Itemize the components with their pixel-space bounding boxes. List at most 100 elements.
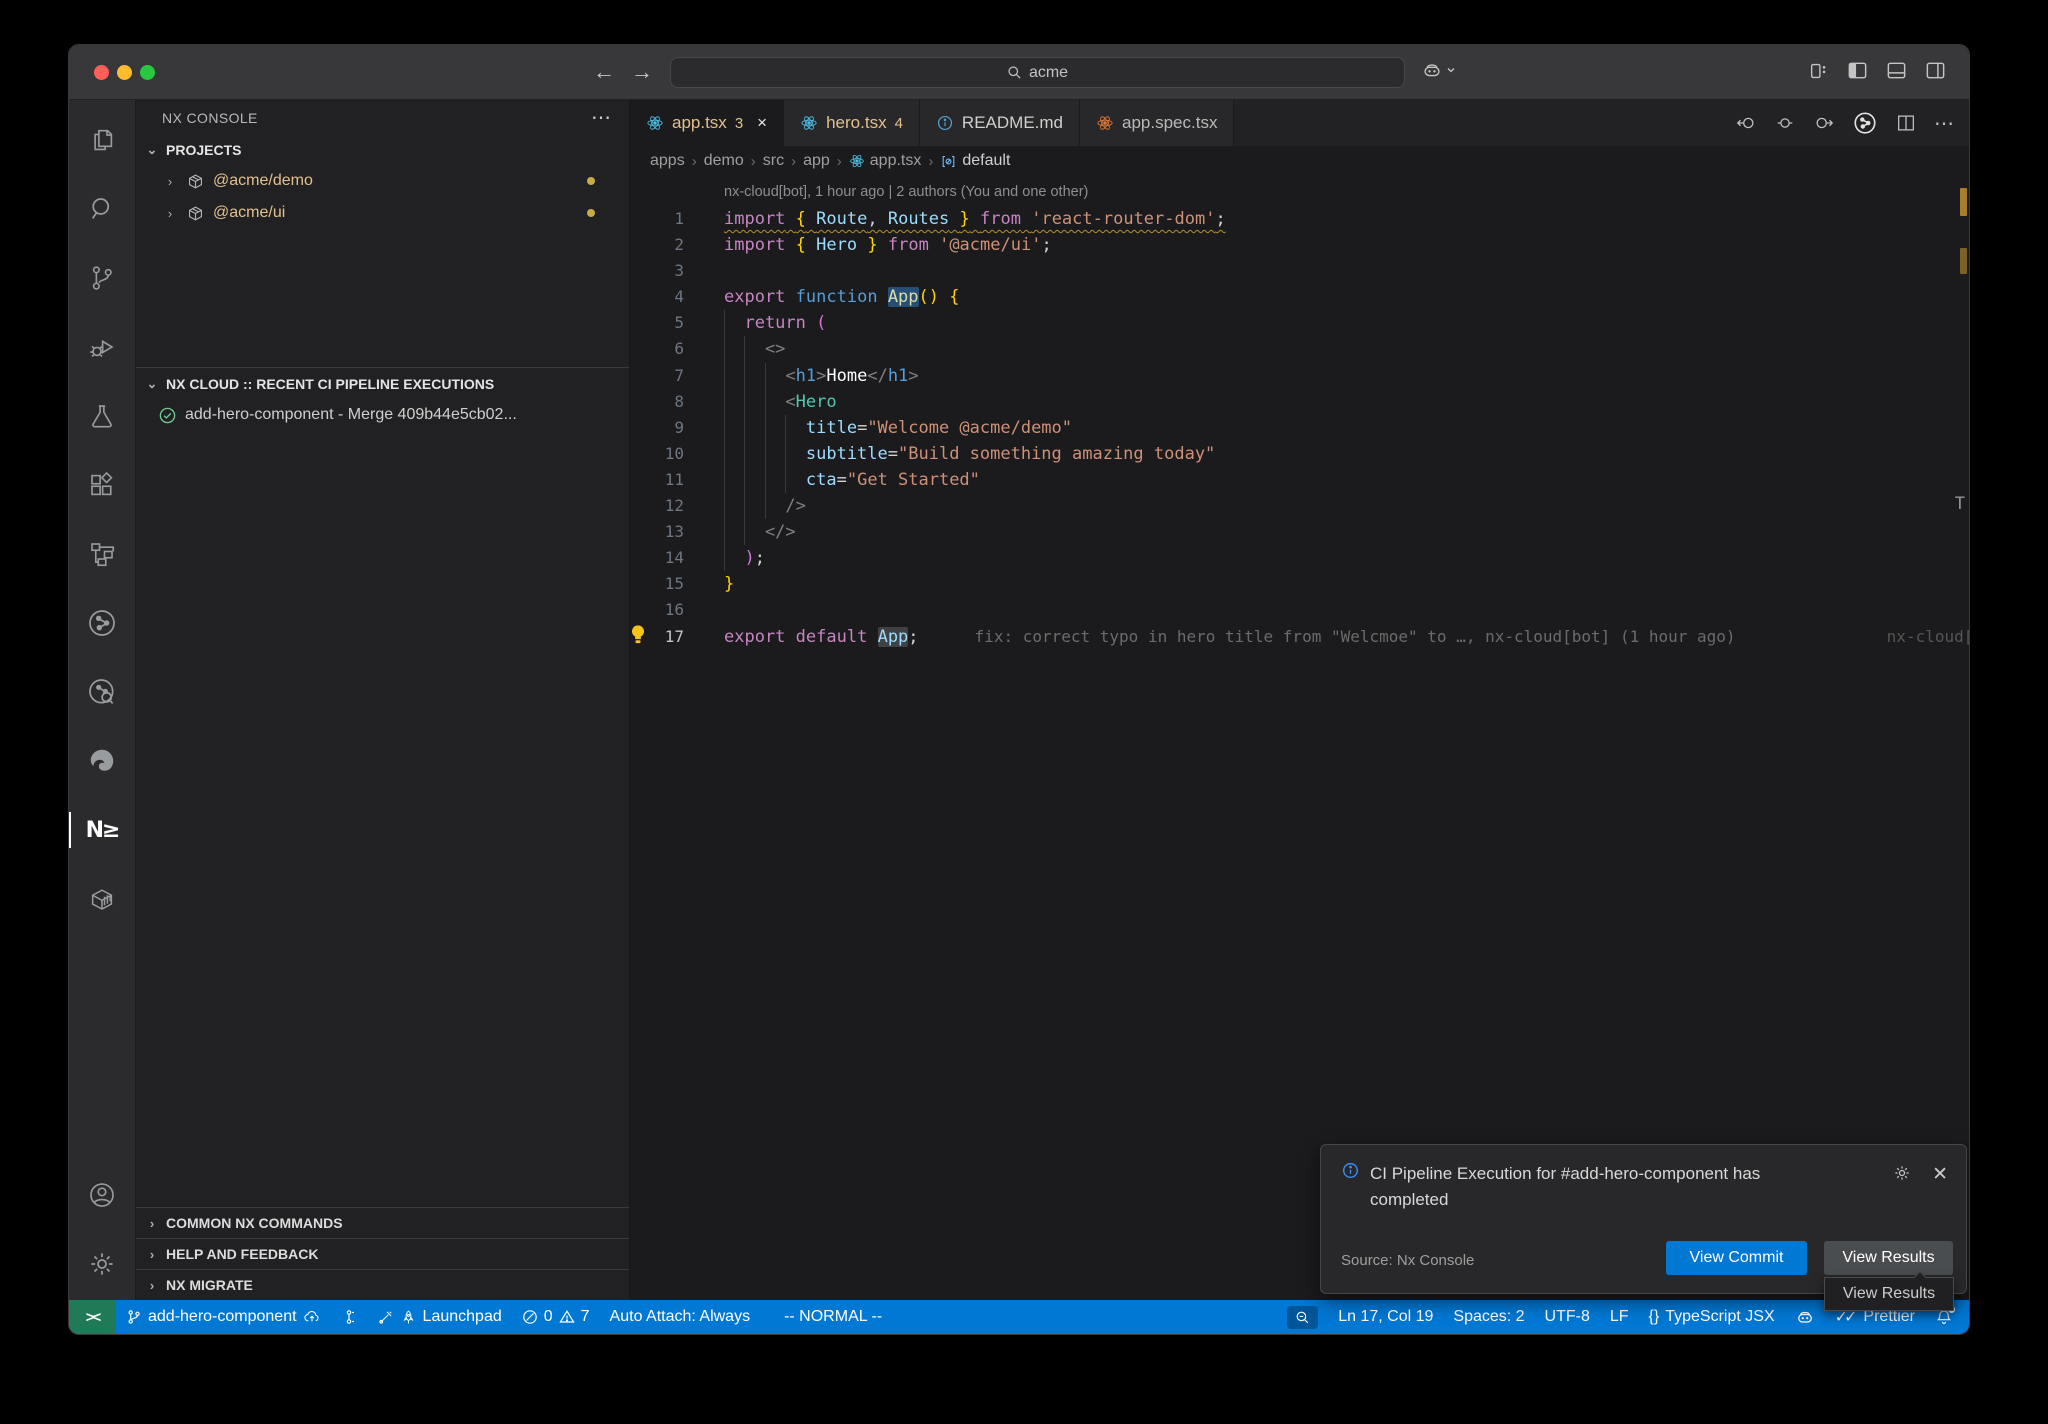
- source-control-icon[interactable]: [78, 254, 126, 302]
- code-line: 6<>: [630, 336, 1969, 362]
- line-number: 1: [630, 206, 684, 232]
- indentation-indicator[interactable]: Spaces: 2: [1443, 1300, 1534, 1334]
- toggle-panel-icon[interactable]: [1885, 59, 1908, 82]
- code-line: 2import { Hero } from '@acme/ui';: [630, 232, 1969, 258]
- pipeline-execution-item[interactable]: add-hero-component - Merge 409b44e5cb02.…: [136, 399, 629, 431]
- references-icon[interactable]: [78, 530, 126, 578]
- graph-indicator[interactable]: [331, 1300, 367, 1334]
- code-line: 9title="Welcome @acme/demo": [630, 415, 1969, 441]
- code-line: 5return (: [630, 310, 1969, 336]
- breadcrumb-demo[interactable]: demo: [704, 152, 744, 170]
- notification-toast: CI Pipeline Execution for #add-hero-comp…: [1320, 1144, 1967, 1294]
- react-icon: [1096, 114, 1114, 132]
- view-results-tooltip: View Results: [1824, 1277, 1954, 1311]
- zoom-indicator[interactable]: [1277, 1300, 1328, 1334]
- edge-blame-text: nx-cloud[b: [1887, 624, 1969, 650]
- tab-hero-tsx[interactable]: hero.tsx 4: [784, 100, 920, 146]
- cursor-position[interactable]: Ln 17, Col 19: [1328, 1300, 1443, 1334]
- command-center-search[interactable]: acme: [670, 57, 1405, 88]
- commit-node-icon[interactable]: [1774, 112, 1796, 134]
- nx-graph-search-icon[interactable]: [78, 668, 126, 716]
- close-icon[interactable]: ✕: [1932, 1163, 1948, 1186]
- breadcrumb-apps[interactable]: apps: [650, 152, 685, 170]
- code-line: 4export function App() {: [630, 284, 1969, 310]
- edge-browser-icon[interactable]: [78, 737, 126, 785]
- breadcrumb-app-tsx[interactable]: app.tsx: [849, 152, 922, 170]
- copilot-icon: [1795, 1307, 1815, 1327]
- zoom-window-button[interactable]: [140, 65, 155, 80]
- chevron-right-icon: ›: [162, 206, 178, 221]
- line-number: 13: [630, 519, 684, 545]
- code-editor[interactable]: nx-cloud[bot], 1 hour ago | 2 authors (Y…: [630, 176, 1969, 1300]
- branch-indicator[interactable]: add-hero-component: [116, 1300, 331, 1334]
- navigate-back-circle-icon[interactable]: [1735, 112, 1757, 134]
- projects-section-header[interactable]: ⌄ PROJECTS: [136, 135, 629, 165]
- launchpad-indicator[interactable]: Launchpad: [367, 1300, 512, 1334]
- sidebar-title: NX CONSOLE: [162, 110, 258, 126]
- section-nx-migrate[interactable]: › NX MIGRATE: [136, 1269, 629, 1300]
- tab-readme-md[interactable]: README.md: [920, 100, 1080, 146]
- line-number: 14: [630, 545, 684, 571]
- navigate-forward-icon[interactable]: →: [631, 59, 653, 85]
- split-editor-icon[interactable]: [1895, 112, 1917, 134]
- more-actions-icon[interactable]: ⋯: [591, 105, 613, 130]
- breadcrumb-app[interactable]: app: [803, 152, 830, 170]
- check-circle-icon: [158, 406, 177, 425]
- project-item-acme-ui[interactable]: › @acme/ui: [136, 197, 629, 229]
- minimize-window-button[interactable]: [117, 65, 132, 80]
- remote-indicator[interactable]: ><: [69, 1300, 116, 1334]
- language-indicator[interactable]: {} TypeScript JSX: [1639, 1300, 1785, 1334]
- line-number: 3: [630, 258, 684, 284]
- line-number: 17: [630, 624, 684, 650]
- status-bar: >< add-hero-component Launchpad 0 7 Auto…: [69, 1300, 1969, 1334]
- navigate-forward-circle-icon[interactable]: [1813, 112, 1835, 134]
- auto-attach-indicator[interactable]: Auto Attach: Always: [600, 1300, 761, 1334]
- chevron-down-icon: ⌄: [144, 142, 160, 158]
- line-number: 2: [630, 232, 684, 258]
- testing-icon[interactable]: [78, 392, 126, 440]
- project-item-acme-demo[interactable]: › @acme/demo: [136, 165, 629, 197]
- code-line: 10subtitle="Build something amazing toda…: [630, 441, 1969, 467]
- chevron-right-icon: ›: [144, 1216, 160, 1231]
- rocket-icon: [400, 1309, 417, 1326]
- section-common-nx-commands[interactable]: › COMMON NX COMMANDS: [136, 1207, 629, 1238]
- vim-mode-indicator[interactable]: -- NORMAL --: [774, 1300, 892, 1334]
- toggle-secondary-sidebar-icon[interactable]: [1924, 59, 1947, 82]
- breadcrumb-default[interactable]: default: [940, 152, 1010, 170]
- settings-gear-icon[interactable]: [78, 1240, 126, 1288]
- view-results-button[interactable]: View Results: [1824, 1241, 1953, 1275]
- navigate-back-icon[interactable]: ←: [593, 59, 615, 85]
- close-window-button[interactable]: [94, 65, 109, 80]
- eol-indicator[interactable]: LF: [1600, 1300, 1639, 1334]
- more-actions-icon[interactable]: ⋯: [1934, 111, 1955, 136]
- copilot-status[interactable]: [1785, 1300, 1825, 1334]
- nx-cloud-section-header[interactable]: ⌄ NX CLOUD :: RECENT CI PIPELINE EXECUTI…: [136, 367, 629, 399]
- package-icon: [186, 204, 205, 223]
- section-help-and-feedback[interactable]: › HELP AND FEEDBACK: [136, 1238, 629, 1269]
- explorer-icon[interactable]: [78, 116, 126, 164]
- close-icon[interactable]: ×: [757, 113, 767, 133]
- toggle-primary-sidebar-icon[interactable]: [1846, 59, 1869, 82]
- run-debug-icon[interactable]: [78, 323, 126, 371]
- tab-app-spec-tsx[interactable]: app.spec.tsx: [1080, 100, 1234, 146]
- notification-settings-gear-icon[interactable]: [1892, 1163, 1912, 1186]
- containers-icon[interactable]: [78, 875, 126, 923]
- run-target-icon[interactable]: [1852, 110, 1878, 136]
- codelens-blame[interactable]: nx-cloud[bot], 1 hour ago | 2 authors (Y…: [724, 184, 1969, 200]
- tab-app-tsx[interactable]: app.tsx 3 ×: [630, 100, 784, 146]
- code-line: 11cta="Get Started": [630, 467, 1969, 493]
- git-graph-icon: [341, 1309, 357, 1325]
- nx-graph-icon[interactable]: [78, 599, 126, 647]
- nx-console-icon[interactable]: N≥: [78, 806, 126, 854]
- react-icon: [800, 114, 818, 132]
- customize-layout-icon[interactable]: [1808, 60, 1830, 82]
- search-icon[interactable]: [78, 185, 126, 233]
- nx-console-sidebar: NX CONSOLE ⋯ ⌄ PROJECTS › @acme/demo › @…: [136, 100, 630, 1300]
- view-commit-button[interactable]: View Commit: [1666, 1241, 1807, 1275]
- breadcrumb-src[interactable]: src: [763, 152, 784, 170]
- account-icon[interactable]: [78, 1171, 126, 1219]
- encoding-indicator[interactable]: UTF-8: [1535, 1300, 1600, 1334]
- extensions-icon[interactable]: [78, 461, 126, 509]
- copilot-menu[interactable]: [1421, 59, 1456, 81]
- problems-indicator[interactable]: 0 7: [512, 1300, 600, 1334]
